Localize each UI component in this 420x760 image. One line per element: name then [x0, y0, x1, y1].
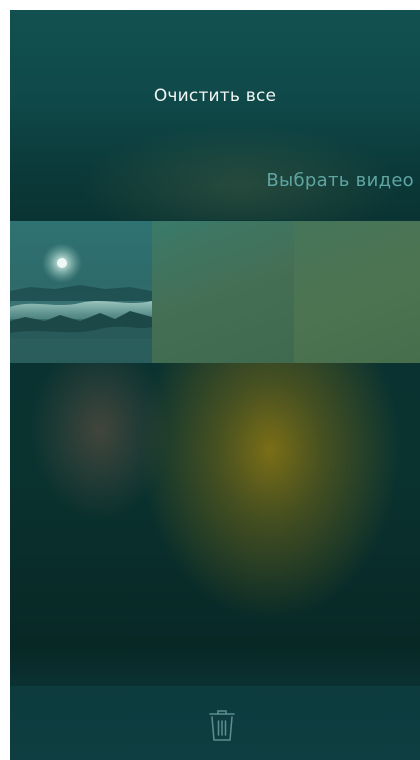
video-thumbnail-1[interactable] — [10, 221, 152, 363]
video-thumbnail-3[interactable] — [294, 221, 420, 363]
landscape-thumbnail-image — [10, 243, 152, 363]
clear-all-button[interactable]: Очистить все — [10, 86, 420, 106]
thumbnail-strip — [10, 221, 420, 363]
choose-video-button[interactable]: Выбрать видео — [266, 170, 414, 191]
trash-icon[interactable] — [207, 708, 237, 742]
video-thumbnail-2[interactable] — [152, 221, 294, 363]
video-picker-screen: Очистить все Выбрать видео — [10, 10, 420, 760]
